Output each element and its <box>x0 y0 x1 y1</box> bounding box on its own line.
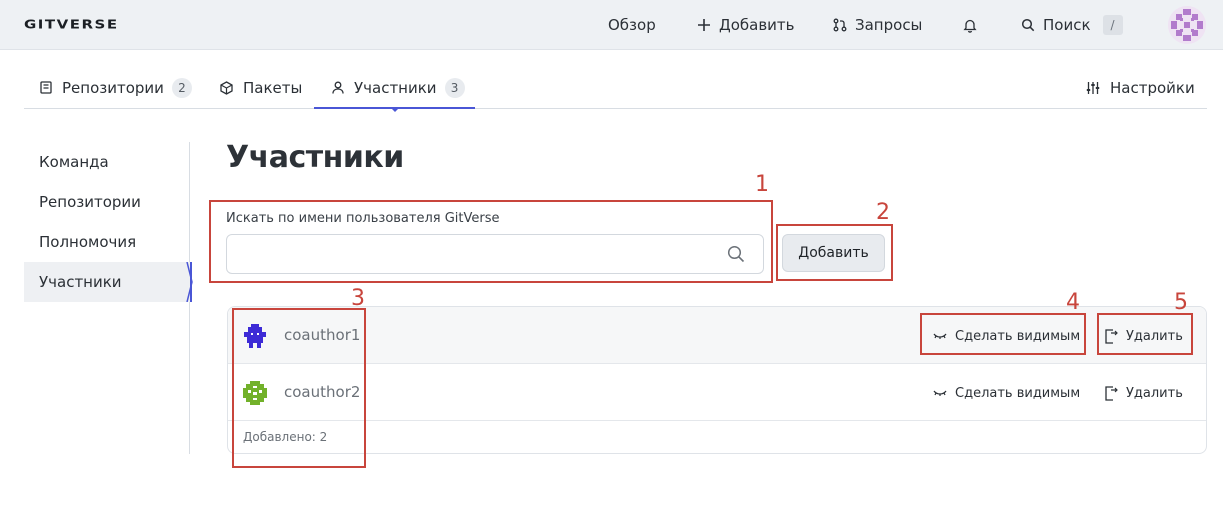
sidebar-item-team[interactable]: Команда <box>24 142 190 182</box>
page-title: Участники <box>226 140 404 175</box>
sidebar-item-permissions[interactable]: Полномочия <box>24 222 190 262</box>
nav-search-label: Поиск <box>1043 16 1091 34</box>
nav-requests[interactable]: Запросы <box>833 0 922 50</box>
annotation-number-3: 3 <box>351 286 365 311</box>
annotation-number-5: 5 <box>1174 290 1188 315</box>
bell-icon <box>963 18 977 33</box>
tab-members-label: Участники <box>354 78 437 97</box>
annotation-box-1 <box>209 200 773 283</box>
search-shortcut-badge: / <box>1102 15 1123 35</box>
tab-settings[interactable]: Настройки <box>1086 66 1195 109</box>
annotation-box-4 <box>920 313 1086 355</box>
list-item: coauthor2 Сделать видимым Удалить <box>228 364 1206 421</box>
annotation-number-2: 2 <box>876 200 890 225</box>
plus-icon <box>697 18 711 32</box>
nav-add[interactable]: Добавить <box>697 0 795 50</box>
sidebar-item-repositories[interactable]: Репозитории <box>24 182 190 222</box>
tab-repositories-label: Репозитории <box>62 78 164 97</box>
annotation-box-5 <box>1097 313 1193 355</box>
book-icon <box>40 81 52 94</box>
annotation-number-4: 4 <box>1066 290 1080 315</box>
leave-icon <box>1104 385 1118 401</box>
nav-overview-label: Обзор <box>608 16 656 34</box>
package-icon <box>220 80 233 95</box>
nav-requests-label: Запросы <box>855 16 923 34</box>
make-visible-label: Сделать видимым <box>955 385 1081 401</box>
nav-add-label: Добавить <box>719 16 795 34</box>
remove-label: Удалить <box>1126 385 1183 401</box>
annotation-number-1: 1 <box>755 172 769 197</box>
sliders-icon <box>1086 81 1100 95</box>
repositories-count-badge: 2 <box>171 77 192 98</box>
gitverse-logo[interactable]: GITVERSE <box>24 16 119 31</box>
person-icon <box>332 81 344 94</box>
sidebar-item-members-label: Участники <box>39 273 122 291</box>
make-visible-button[interactable]: Сделать видимым <box>933 382 1080 404</box>
annotation-box-2 <box>776 224 893 281</box>
members-count-badge: 3 <box>444 77 465 98</box>
active-tab-caret <box>390 107 400 112</box>
sidebar-item-members[interactable]: Участники <box>24 262 190 302</box>
pull-request-icon <box>833 18 847 32</box>
eye-closed-icon <box>933 388 947 398</box>
tab-packages-label: Пакеты <box>243 78 303 97</box>
tab-repositories[interactable]: Репозитории 2 <box>40 66 192 109</box>
organization-tabs: Репозитории 2 Пакеты Участники 3 Настрой… <box>24 66 1207 112</box>
settings-sidebar: Команда Репозитории Полномочия Участники <box>24 142 193 454</box>
user-avatar[interactable] <box>1168 6 1206 44</box>
notifications-button[interactable] <box>963 0 977 50</box>
tab-packages[interactable]: Пакеты <box>220 66 302 109</box>
nav-overview[interactable]: Обзор <box>608 0 656 50</box>
annotation-box-3 <box>232 308 366 468</box>
nav-search[interactable]: Поиск / <box>1021 0 1123 50</box>
tab-settings-label: Настройки <box>1110 78 1195 97</box>
tab-members[interactable]: Участники 3 <box>332 66 465 109</box>
remove-member-button[interactable]: Удалить <box>1104 382 1183 404</box>
top-bar: GITVERSE Обзор Добавить Запросы Поиск / <box>0 0 1223 50</box>
search-icon <box>1021 18 1035 32</box>
sidebar-active-indicator <box>186 262 193 302</box>
